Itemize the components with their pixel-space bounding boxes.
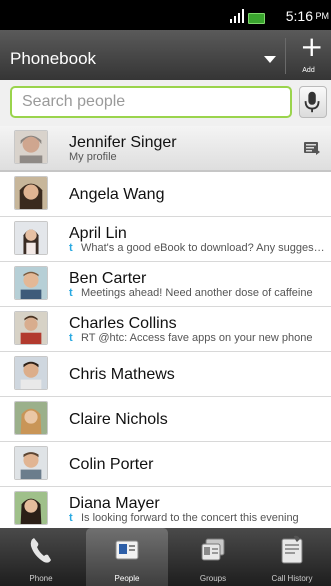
twitter-icon: t (69, 512, 73, 524)
people-icon (115, 540, 139, 560)
app-header: Phonebook + Add (0, 30, 331, 81)
avatar (14, 311, 48, 345)
contact-name: Diana Mayer (69, 495, 160, 512)
tab-label: Groups (199, 574, 227, 583)
my-profile-row[interactable]: Jennifer Singer My profile (0, 126, 331, 172)
status-bar: 5:16 PM (0, 0, 331, 30)
contact-list[interactable]: Jennifer Singer My profile Angela Wang A… (0, 126, 331, 528)
phone-icon (30, 538, 51, 563)
contact-status: t RT @htc: Access fave apps on your new p… (69, 332, 313, 344)
list-item[interactable]: Angela Wang (0, 172, 331, 217)
tab-label: Call History (271, 574, 313, 583)
clock-ampm: PM (315, 11, 330, 21)
tab-groups[interactable]: Groups (172, 528, 254, 586)
call-history-icon (281, 535, 303, 564)
avatar (14, 356, 48, 390)
microphone-icon (304, 91, 320, 113)
contact-name: April Lin (69, 225, 127, 242)
avatar (14, 401, 48, 435)
list-item[interactable]: Colin Porter (0, 442, 331, 487)
avatar (14, 266, 48, 300)
contact-name: Ben Carter (69, 270, 147, 287)
bottom-tab-bar: Phone People Groups Call History (0, 528, 331, 586)
add-contact-button[interactable]: + Add (286, 30, 331, 80)
chevron-down-icon[interactable] (264, 56, 276, 63)
contact-status: t Is looking forward to the concert this … (69, 512, 299, 524)
tab-call-history[interactable]: Call History (253, 528, 331, 586)
add-label: Add (302, 67, 315, 74)
contact-subtitle: My profile (69, 151, 117, 163)
contact-name: Charles Collins (69, 315, 177, 332)
groups-icon (201, 538, 225, 561)
plus-icon: + (300, 30, 324, 63)
tab-label: Phone (29, 574, 53, 583)
list-item[interactable]: Ben Carter t Meetings ahead! Need another… (0, 262, 331, 307)
contact-name: Claire Nichols (69, 411, 168, 428)
list-item[interactable]: Chris Mathews (0, 352, 331, 397)
avatar (14, 130, 48, 164)
list-item[interactable]: Claire Nichols (0, 397, 331, 442)
list-item[interactable]: Charles Collins t RT @htc: Access fave ap… (0, 307, 331, 352)
avatar (14, 176, 48, 210)
twitter-icon: t (69, 287, 73, 299)
list-item[interactable]: Diana Mayer t Is looking forward to the c… (0, 487, 331, 528)
twitter-icon: t (69, 332, 73, 344)
contact-name: Angela Wang (69, 186, 165, 203)
battery-icon (248, 13, 265, 24)
tab-label: People (114, 574, 140, 583)
contact-status: t Meetings ahead! Need another dose of ca… (69, 287, 313, 299)
voice-search-button[interactable] (299, 86, 327, 118)
search-bar (0, 80, 331, 127)
contact-status: t What's a good eBook to download? Any su… (69, 242, 327, 254)
page-title[interactable]: Phonebook (10, 49, 96, 69)
search-input[interactable] (10, 86, 292, 118)
tab-people[interactable]: People (86, 528, 168, 586)
avatar (14, 221, 48, 255)
twitter-icon: t (69, 242, 73, 254)
list-item[interactable]: April Lin t What's a good eBook to downlo… (0, 217, 331, 262)
signal-icon (230, 9, 244, 23)
avatar (14, 446, 48, 480)
contact-name: Colin Porter (69, 456, 154, 473)
clock-time: 5:16 (285, 8, 313, 24)
avatar (14, 491, 48, 525)
contact-card-icon[interactable] (303, 140, 321, 156)
contact-name: Jennifer Singer (69, 134, 177, 151)
contact-name: Chris Mathews (69, 366, 175, 383)
tab-phone[interactable]: Phone (0, 528, 82, 586)
